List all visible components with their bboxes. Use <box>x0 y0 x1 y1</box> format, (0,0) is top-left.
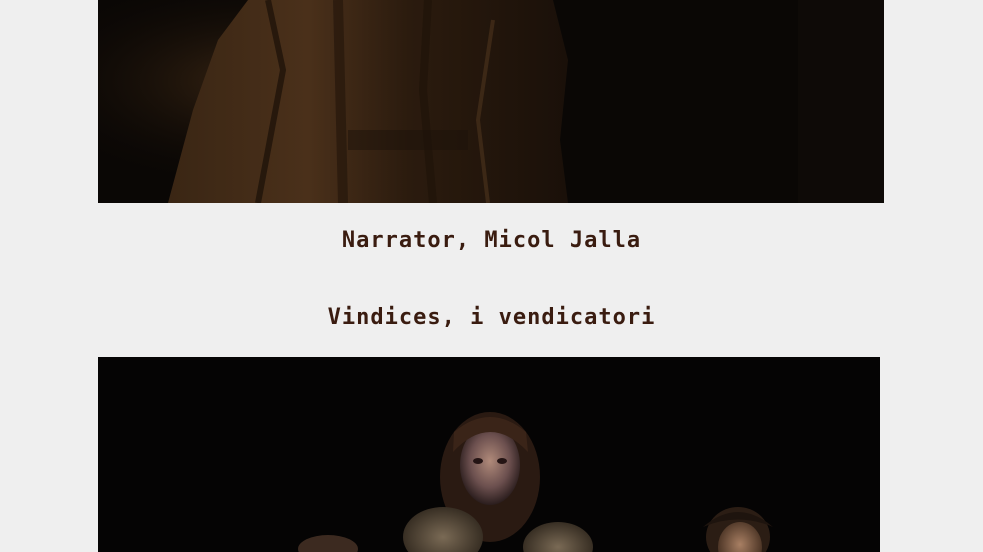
vindices-caption: Vindices, i vendicatori <box>327 305 656 330</box>
narrator-caption: Narrator, Micol Jalla <box>341 228 642 253</box>
vindices-photo <box>98 357 880 552</box>
vindices-photo-image <box>98 357 880 552</box>
narrator-photo-image <box>98 0 884 203</box>
page: Narrator, Micol Jalla Vindices, i vendic… <box>0 0 983 552</box>
narrator-photo <box>98 0 884 203</box>
